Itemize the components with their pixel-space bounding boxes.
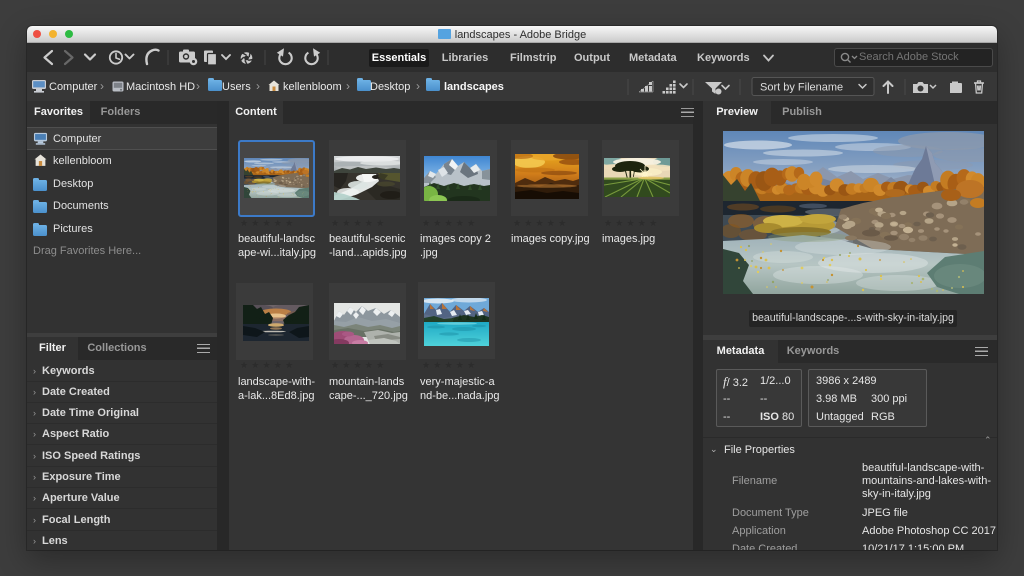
svg-text:Sort by Filename: Sort by Filename xyxy=(760,82,843,94)
